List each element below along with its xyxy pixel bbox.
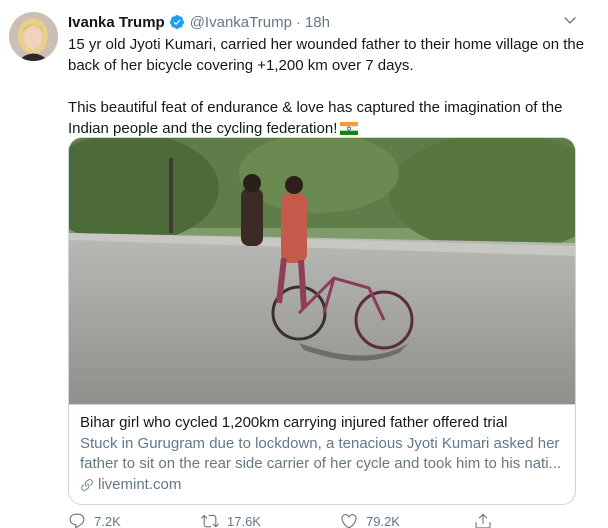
tweet-text-paragraph-2: This beautiful feat of endurance & love … bbox=[68, 97, 588, 139]
like-count: 79.2K bbox=[366, 513, 400, 528]
reply-count: 7.2K bbox=[94, 513, 121, 528]
card-domain-text[interactable]: livemint.com bbox=[98, 475, 181, 495]
avatar[interactable] bbox=[9, 12, 58, 61]
author-name[interactable]: Ivanka Trump bbox=[68, 14, 165, 31]
card-body: Bihar girl who cycled 1,200km carrying i… bbox=[69, 404, 575, 504]
tweet-actions: 7.2K 17.6K 79.2K bbox=[68, 512, 588, 528]
heart-icon bbox=[341, 514, 357, 528]
retweet-button[interactable]: 17.6K bbox=[201, 512, 261, 528]
card-description-line-2: father to sit on the rear side carrier o… bbox=[80, 455, 562, 472]
tweet-text-paragraph-2-text: This beautiful feat of endurance & love … bbox=[68, 99, 563, 137]
card-domain: livemint.com bbox=[80, 475, 566, 495]
tweet-header: Ivanka Trump @IvankaTrump · 18h bbox=[68, 12, 330, 32]
link-card[interactable]: Bihar girl who cycled 1,200km carrying i… bbox=[68, 137, 576, 505]
reply-icon bbox=[69, 513, 85, 528]
avatar-image bbox=[9, 12, 58, 61]
timestamp[interactable]: 18h bbox=[305, 14, 330, 31]
like-button[interactable]: 79.2K bbox=[340, 512, 400, 528]
card-description-line-1: Stuck in Gurugram due to lockdown, a ten… bbox=[80, 435, 560, 452]
card-description: Stuck in Gurugram due to lockdown, a ten… bbox=[80, 434, 566, 474]
tweet-text: 15 yr old Jyoti Kumari, carried her woun… bbox=[68, 34, 588, 139]
card-image bbox=[69, 138, 575, 404]
share-icon bbox=[475, 513, 491, 528]
link-icon bbox=[81, 479, 93, 491]
separator: · bbox=[295, 13, 301, 31]
verified-badge-icon bbox=[169, 15, 184, 29]
retweet-count: 17.6K bbox=[227, 513, 261, 528]
reply-button[interactable]: 7.2K bbox=[68, 512, 121, 528]
india-flag-icon bbox=[340, 122, 359, 135]
author-handle[interactable]: @IvankaTrump bbox=[190, 14, 292, 31]
chevron-down-icon[interactable] bbox=[562, 12, 578, 28]
share-button[interactable] bbox=[474, 512, 500, 528]
tweet-text-paragraph-1: 15 yr old Jyoti Kumari, carried her woun… bbox=[68, 36, 585, 74]
card-title: Bihar girl who cycled 1,200km carrying i… bbox=[80, 414, 508, 431]
tweet[interactable]: Ivanka Trump @IvankaTrump · 18h 15 yr ol… bbox=[0, 0, 608, 528]
retweet-icon bbox=[201, 514, 219, 528]
